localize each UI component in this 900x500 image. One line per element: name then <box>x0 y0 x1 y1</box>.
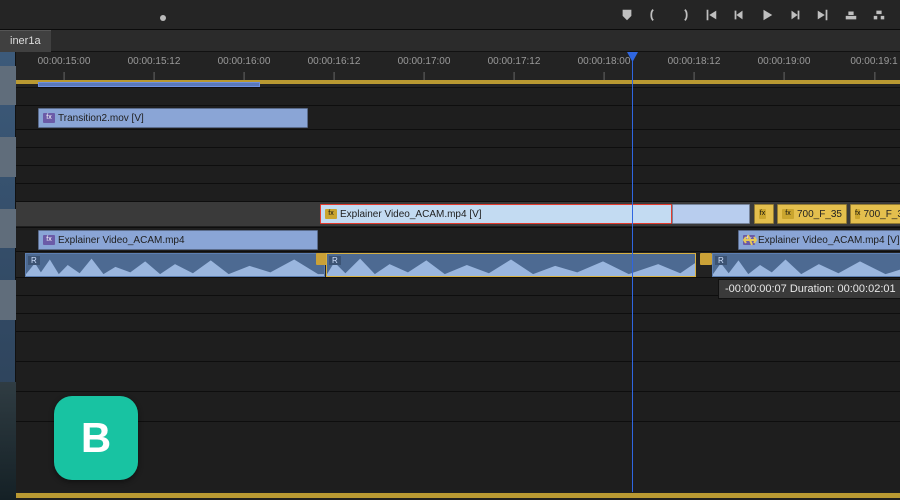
clip-still[interactable]: fx 700_F_35 <box>777 204 847 224</box>
source-thumbnail-strip <box>0 52 16 500</box>
video-track[interactable]: fx Transition2.mov [V] <box>16 106 900 130</box>
fx-badge-icon: fx <box>43 235 55 245</box>
audio-track-empty[interactable] <box>16 314 900 332</box>
sequence-tab-label: iner1a <box>10 35 41 47</box>
clip-label: Explainer Video_ACAM.mp4 [V] <box>758 235 900 246</box>
ruler-tick: 00:00:17:00 <box>398 56 451 67</box>
step-forward-icon[interactable] <box>788 8 802 22</box>
clip-label: Explainer Video_ACAM.mp4 <box>58 235 185 246</box>
ruler-tick: 00:00:16:00 <box>218 56 271 67</box>
video-track[interactable]: fx Explainer Video_ACAM.mp4 fx Explainer… <box>16 228 900 252</box>
clip-extension[interactable] <box>672 204 750 224</box>
audio-clip-selected[interactable]: R <box>326 253 696 277</box>
asset-thumb[interactable] <box>0 382 16 500</box>
asset-thumb[interactable] <box>0 209 16 248</box>
clip[interactable]: fx Explainer Video_ACAM.mp4 [V] <box>738 230 900 250</box>
clip-still[interactable]: fx <box>754 204 774 224</box>
waveform-icon <box>26 254 324 276</box>
ruler-tick: 00:00:15:00 <box>38 56 91 67</box>
sequence-tab[interactable]: iner1a <box>0 30 51 52</box>
audio-track-empty[interactable] <box>16 332 900 362</box>
ruler-tick: 00:00:18:00 <box>578 56 631 67</box>
audio-clip-tag: R <box>329 256 341 265</box>
ruler-tick: 00:00:16:12 <box>308 56 361 67</box>
video-track-empty[interactable] <box>16 184 900 202</box>
clip-transition[interactable]: fx Transition2.mov [V] <box>38 108 308 128</box>
step-back-icon[interactable] <box>732 8 746 22</box>
sequence-tab-row: iner1a <box>0 30 900 52</box>
audio-clip-tag: R <box>715 256 727 265</box>
video-track-empty[interactable] <box>16 130 900 148</box>
trim-tooltip: -00:00:00:07 Duration: 00:00:02:01 <box>718 279 900 299</box>
audio-clip-tag: R <box>28 256 40 265</box>
ruler-tick: 00:00:15:12 <box>128 56 181 67</box>
video-track-v1[interactable]: fx Explainer Video_ACAM.mp4 [V] fx fx 70… <box>16 202 900 228</box>
clip-label: 700_F_35 <box>863 209 900 220</box>
clip[interactable]: fx Explainer Video_ACAM.mp4 <box>38 230 318 250</box>
waveform-icon <box>327 254 695 276</box>
clip-selected[interactable]: fx Explainer Video_ACAM.mp4 [V] <box>320 204 672 224</box>
fx-badge-icon: fx <box>43 113 55 123</box>
waveform-icon <box>713 254 900 276</box>
rate-stretch-cursor-icon <box>742 232 758 248</box>
asset-thumb[interactable] <box>0 137 16 176</box>
marker-icon[interactable] <box>620 8 634 22</box>
playhead[interactable] <box>632 52 633 492</box>
fx-badge-icon: fx <box>325 209 337 219</box>
ruler-tick: 00:00:19:1 <box>850 56 897 67</box>
audio-track[interactable]: R R R <box>16 252 900 278</box>
overlay-step-label: B <box>81 414 111 462</box>
audio-clip[interactable]: R <box>712 253 900 277</box>
mark-in-icon[interactable] <box>648 8 662 22</box>
ruler-tick: 00:00:17:12 <box>488 56 541 67</box>
overflow-dot <box>160 15 166 21</box>
time-ruler[interactable]: 00:00:15:00 00:00:15:12 00:00:16:00 00:00:1… <box>16 52 900 88</box>
clip-label: Explainer Video_ACAM.mp4 [V] <box>340 209 482 220</box>
asset-thumb[interactable] <box>0 66 16 105</box>
video-track-empty[interactable] <box>16 148 900 166</box>
asset-thumb[interactable] <box>0 280 16 319</box>
fx-badge-icon: fx <box>855 209 860 219</box>
ruler-tick: 00:00:19:00 <box>758 56 811 67</box>
tooltip-text: -00:00:00:07 Duration: 00:00:02:01 <box>725 283 896 295</box>
audio-clip[interactable]: R <box>25 253 325 277</box>
crossfade-icon[interactable] <box>700 253 712 265</box>
play-icon[interactable] <box>760 8 774 22</box>
ruler-tick: 00:00:18:12 <box>668 56 721 67</box>
fx-badge-icon: fx <box>759 209 766 219</box>
playback-toolbar <box>0 0 900 30</box>
go-to-out-icon[interactable] <box>816 8 830 22</box>
lift-icon[interactable] <box>844 8 858 22</box>
video-track-empty[interactable] <box>16 166 900 184</box>
work-area-bar[interactable] <box>38 82 260 87</box>
clip-label: Transition2.mov [V] <box>58 113 144 124</box>
audio-track-empty[interactable] <box>16 392 900 422</box>
go-to-in-icon[interactable] <box>704 8 718 22</box>
fx-badge-icon: fx <box>782 209 794 219</box>
extract-icon[interactable] <box>872 8 886 22</box>
zoom-scrollbar[interactable] <box>16 493 900 498</box>
clip-label: 700_F_35 <box>797 209 842 220</box>
overlay-step-badge: B <box>54 396 138 480</box>
video-track-empty[interactable] <box>16 88 900 106</box>
mark-out-icon[interactable] <box>676 8 690 22</box>
clip-still[interactable]: fx 700_F_35 <box>850 204 900 224</box>
audio-track-empty[interactable] <box>16 362 900 392</box>
